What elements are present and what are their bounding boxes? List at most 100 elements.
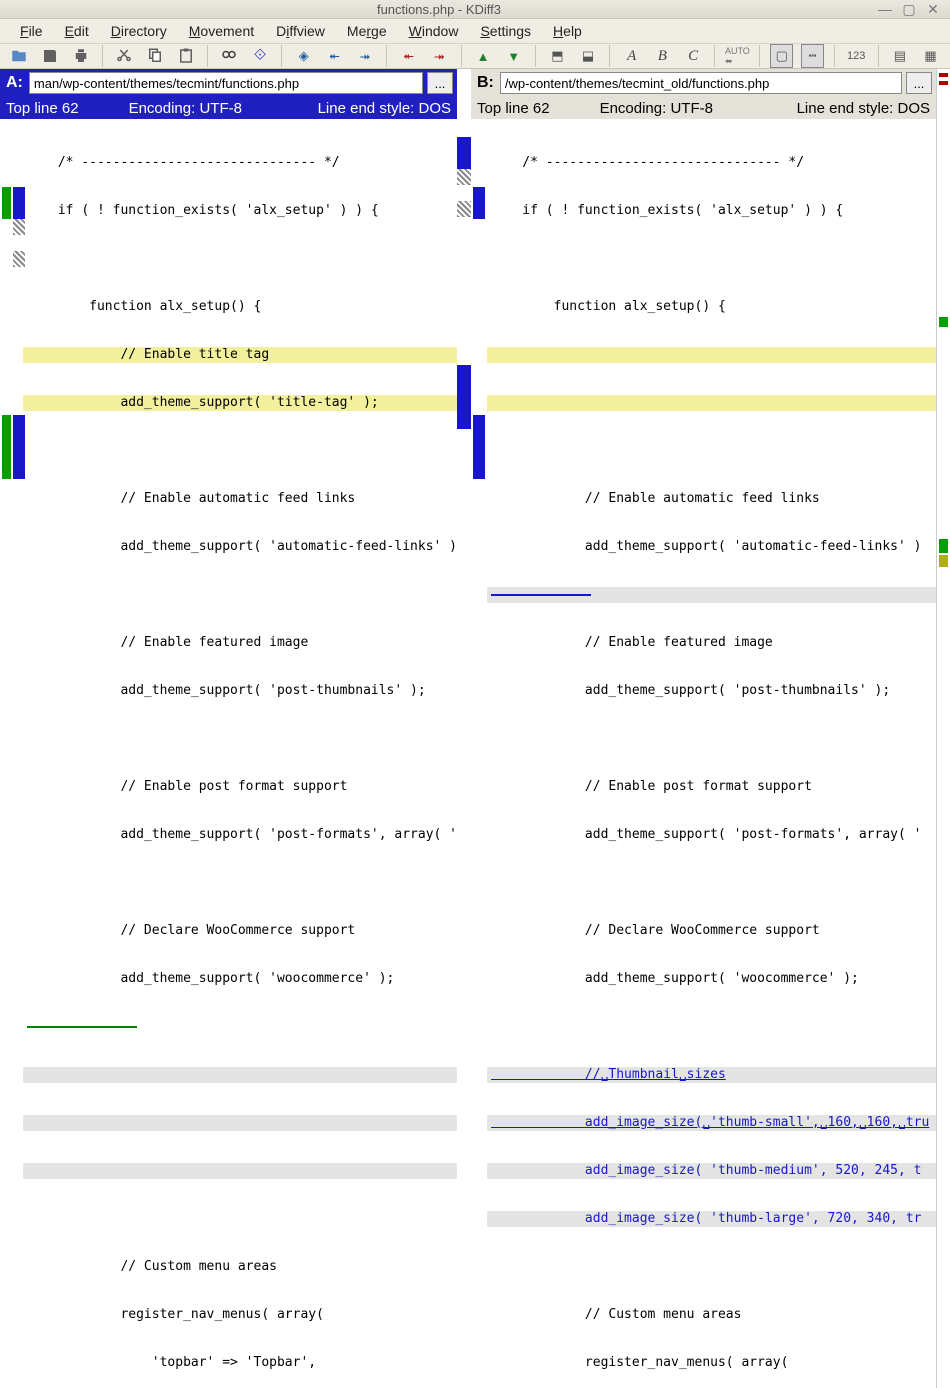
pane-b-topline: Top line 62	[477, 100, 550, 117]
diamond-nav-icon[interactable]: ◈	[292, 44, 315, 68]
pane-b-changebar	[471, 119, 487, 1388]
view1-icon[interactable]: ▢	[770, 44, 793, 68]
code-line: // Declare WooCommerce support	[487, 923, 936, 939]
line-numbers-button[interactable]: 123	[845, 44, 868, 68]
code-line: add_theme_support( 'post-formats', array…	[487, 827, 936, 843]
overview-ruler[interactable]	[936, 69, 950, 1388]
menu-window[interactable]: Window	[399, 19, 469, 43]
pane-a-status: Top line 62 Encoding: UTF-8 Line end sty…	[0, 97, 457, 119]
menu-edit[interactable]: Edit	[55, 19, 99, 43]
code-line	[23, 443, 457, 459]
code-line: if ( ! function_exists( 'alx_setup' ) ) …	[23, 203, 457, 219]
menubar: File Edit Directory Movement Diffview Me…	[0, 19, 950, 43]
window-titlebar: functions.php - KDiff3 — ▢ ✕	[0, 0, 950, 19]
cut-icon[interactable]	[113, 44, 136, 68]
select-c-button[interactable]: C	[682, 44, 705, 68]
code-line: register_nav_menus( array(	[23, 1307, 457, 1323]
prev-diff-icon[interactable]: ⯬	[323, 44, 346, 68]
up-merge-icon[interactable]: ▲	[472, 44, 495, 68]
pane-a-lines: /* ------------------------------ */ if …	[23, 119, 457, 1388]
menu-diffview[interactable]: Diffview	[266, 19, 335, 43]
pane-a-browse-button[interactable]: ...	[427, 72, 453, 94]
close-icon[interactable]: ✕	[922, 0, 944, 18]
code-line: add_theme_support( 'title-tag' );	[23, 395, 457, 411]
menu-merge[interactable]: Merge	[337, 19, 397, 43]
menu-settings[interactable]: Settings	[470, 19, 541, 43]
code-line	[23, 1211, 457, 1227]
prev-conflict-icon[interactable]: ⯬	[397, 44, 420, 68]
code-line: // Enable post format support	[487, 779, 936, 795]
next-conflict-icon[interactable]: ⯮	[428, 44, 451, 68]
code-line	[487, 1019, 936, 1035]
code-line: if ( ! function_exists( 'alx_setup' ) ) …	[487, 203, 936, 219]
code-line: add_theme_support( 'post-thumbnails' );	[487, 683, 936, 699]
toggle-top-icon[interactable]: ⬒	[546, 44, 569, 68]
code-line: // Enable featured image	[23, 635, 457, 651]
code-line: function alx_setup() {	[23, 299, 457, 315]
auto-icon[interactable]: AUTO⬌	[725, 44, 749, 68]
pane-a-topline: Top line 62	[6, 100, 79, 117]
find-icon[interactable]	[218, 44, 241, 68]
toggle-bottom-icon[interactable]: ⬓	[577, 44, 600, 68]
diff-mode2-icon[interactable]: ▦	[919, 44, 942, 68]
code-line: add_theme_support( 'woocommerce' );	[23, 971, 457, 987]
code-line: 'topbar' => 'Topbar',	[23, 1355, 457, 1371]
pane-b-browse-button[interactable]: ...	[906, 72, 932, 94]
pane-a-path-input[interactable]	[29, 72, 423, 94]
pane-a-lineend: Line end style: DOS	[318, 100, 451, 117]
menu-directory[interactable]: Directory	[101, 19, 177, 43]
code-line: // Enable automatic feed links	[487, 491, 936, 507]
pane-a-header: A: ...	[0, 69, 457, 97]
menu-help[interactable]: Help	[543, 19, 592, 43]
pane-b-header: B: ...	[471, 69, 936, 97]
code-line: // Custom menu areas	[487, 1307, 936, 1323]
code-line	[23, 731, 457, 747]
diff-content: A: ... Top line 62 Encoding: UTF-8 Line …	[0, 69, 950, 1388]
code-line	[487, 875, 936, 891]
code-line: add_theme_support( 'post-formats', array…	[23, 827, 457, 843]
copy-icon[interactable]	[144, 44, 167, 68]
pane-a-encoding: Encoding: UTF-8	[79, 100, 318, 117]
maximize-icon[interactable]: ▢	[898, 0, 920, 18]
code-line	[23, 1163, 457, 1179]
minimize-icon[interactable]: —	[874, 0, 896, 18]
menu-movement[interactable]: Movement	[179, 19, 264, 43]
code-line: add_theme_support( 'post-thumbnails' );	[23, 683, 457, 699]
code-line	[487, 731, 936, 747]
menu-file[interactable]: File	[10, 19, 53, 43]
paste-icon[interactable]	[174, 44, 197, 68]
code-line: // Custom menu areas	[23, 1259, 457, 1275]
code-line: add_image_size( 'thumb-large', 720, 340,…	[487, 1211, 936, 1227]
open-icon[interactable]	[8, 44, 31, 68]
pane-b-lines: /* ------------------------------ */ if …	[487, 119, 936, 1388]
pane-a: A: ... Top line 62 Encoding: UTF-8 Line …	[0, 69, 457, 1388]
save-icon[interactable]	[39, 44, 62, 68]
view2-icon[interactable]: ┅	[801, 44, 824, 68]
code-line: // Enable featured image	[487, 635, 936, 651]
code-line: // Enable post format support	[23, 779, 457, 795]
pane-a-code[interactable]: /* ------------------------------ */ if …	[0, 119, 457, 1388]
goto-icon[interactable]: ⟐	[249, 44, 272, 68]
pane-a-label: A:	[4, 74, 25, 92]
pane-b-code[interactable]: /* ------------------------------ */ if …	[471, 119, 936, 1388]
pane-a-gutter	[0, 119, 11, 1388]
pane-b-lineend: Line end style: DOS	[797, 100, 930, 117]
pane-b-status: Top line 62 Encoding: UTF-8 Line end sty…	[471, 97, 936, 119]
code-line: add_image_size( 'thumb-medium', 520, 245…	[487, 1163, 936, 1179]
code-line	[487, 1259, 936, 1275]
code-line	[487, 443, 936, 459]
next-diff-icon[interactable]: ⯮	[354, 44, 377, 68]
select-a-button[interactable]: A	[620, 44, 643, 68]
code-line	[487, 395, 936, 411]
code-line	[23, 1019, 457, 1035]
select-b-button[interactable]: B	[651, 44, 674, 68]
code-line	[23, 587, 457, 603]
code-line: // Thumbnail sizes//␣Thumbnail␣sizes	[487, 1067, 936, 1083]
diff-mode1-icon[interactable]: ▤	[889, 44, 912, 68]
down-merge-icon[interactable]: ▼	[502, 44, 525, 68]
print-icon[interactable]	[69, 44, 92, 68]
code-line: add_theme_support( 'automatic-feed-links…	[487, 539, 936, 555]
pane-b-path-input[interactable]	[500, 72, 902, 94]
code-line: // Enable automatic feed links	[23, 491, 457, 507]
pane-a-changebar	[11, 119, 23, 1388]
